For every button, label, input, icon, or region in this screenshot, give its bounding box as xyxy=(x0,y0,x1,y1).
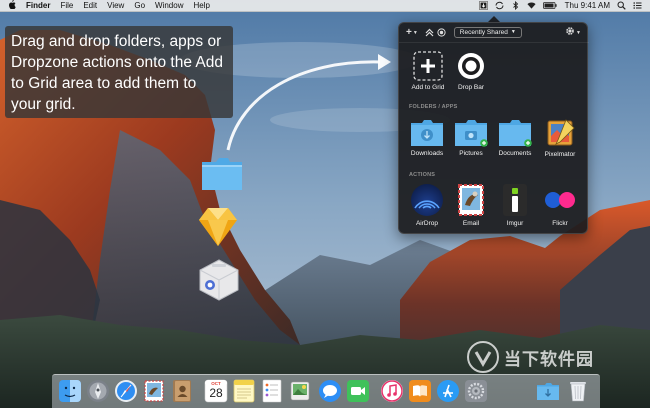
action-item-flickr[interactable]: Flickr xyxy=(537,183,583,227)
imgur-label: Imgur xyxy=(506,220,524,227)
app-item-pixelmator[interactable]: Pixelmator xyxy=(537,118,583,158)
watermark: 当下软件园 xyxy=(466,340,594,374)
dropzone-panel: + ▼ Recently Shared ▼ ▼ Add to Grid Drop B… xyxy=(398,22,589,234)
finder-icon[interactable] xyxy=(58,379,82,403)
facetime-icon[interactable] xyxy=(346,379,370,403)
record-icon[interactable] xyxy=(437,28,446,37)
drop-bar-icon xyxy=(448,51,494,81)
folder-item-downloads[interactable]: Downloads xyxy=(404,119,450,157)
action-item-email[interactable]: Email xyxy=(448,183,494,227)
action-item-airdrop[interactable]: AirDrop xyxy=(404,183,450,227)
folders-section-label: FOLDERS / APPS xyxy=(409,104,458,110)
recent-files-dropdown[interactable]: Recently Shared ▼ xyxy=(453,27,522,38)
folder-item-pictures[interactable]: Pictures xyxy=(448,119,494,157)
app-store-icon[interactable] xyxy=(436,379,460,403)
email-label: Email xyxy=(462,220,480,227)
panel-toolbar: + ▼ Recently Shared ▼ ▼ xyxy=(399,23,589,43)
add-to-grid-label: Add to Grid xyxy=(411,84,445,91)
dragged-folder-icon[interactable] xyxy=(200,156,244,197)
gear-icon xyxy=(565,26,575,39)
add-plus-icon: + xyxy=(406,27,412,38)
add-to-grid-button[interactable]: Add to Grid xyxy=(405,51,451,91)
pictures-label: Pictures xyxy=(459,150,483,157)
dropzone-action-icon[interactable] xyxy=(198,258,240,307)
dropdown-chevron-icon: ▼ xyxy=(510,29,516,35)
flickr-label: Flickr xyxy=(552,220,568,227)
documents-folder-icon xyxy=(492,119,538,147)
flickr-icon xyxy=(537,183,583,217)
add-menu-button[interactable]: + ▼ xyxy=(406,27,418,38)
documents-label: Documents xyxy=(498,150,532,157)
system-preferences-icon[interactable] xyxy=(464,379,488,403)
drop-bar-label: Drop Bar xyxy=(457,84,484,91)
pictures-folder-icon xyxy=(448,119,494,147)
dropdown-value: Recently Shared xyxy=(459,29,508,36)
downloads-label: Downloads xyxy=(410,150,444,157)
folder-item-documents[interactable]: Documents xyxy=(492,119,538,157)
pixelmator-label: Pixelmator xyxy=(544,151,576,158)
plus-square-icon xyxy=(405,51,451,81)
imgur-icon xyxy=(492,183,538,217)
safari-icon[interactable] xyxy=(114,379,138,403)
photos-preview-icon[interactable] xyxy=(288,379,312,403)
trash-icon[interactable] xyxy=(566,379,590,403)
gear-chevron-icon: ▼ xyxy=(576,29,581,36)
sketch-app-icon[interactable] xyxy=(198,204,238,253)
upload-icon[interactable] xyxy=(425,28,434,37)
contacts-icon[interactable] xyxy=(170,379,194,403)
mail-stamp-icon[interactable] xyxy=(142,379,166,403)
itunes-icon[interactable] xyxy=(380,379,404,403)
downloads-folder-icon xyxy=(404,119,450,147)
airdrop-label: AirDrop xyxy=(415,220,439,227)
reminders-icon[interactable] xyxy=(260,379,284,403)
notes-icon[interactable] xyxy=(232,379,256,403)
email-icon xyxy=(448,183,494,217)
action-item-imgur[interactable]: Imgur xyxy=(492,183,538,227)
watermark-logo-icon xyxy=(467,341,499,373)
chevron-down-icon: ▼ xyxy=(412,29,418,36)
airdrop-icon xyxy=(404,183,450,217)
downloads-stack-icon[interactable] xyxy=(536,379,560,403)
calendar-day: 28 xyxy=(209,386,223,400)
calendar-icon[interactable]: OCT 28 xyxy=(204,379,228,403)
ibooks-icon[interactable] xyxy=(408,379,432,403)
launchpad-icon[interactable] xyxy=(86,379,110,403)
pixelmator-icon xyxy=(537,118,583,148)
actions-section-label: ACTIONS xyxy=(409,172,436,178)
drop-bar-button[interactable]: Drop Bar xyxy=(448,51,494,91)
messages-icon[interactable] xyxy=(318,379,342,403)
watermark-text: 当下软件园 xyxy=(504,349,594,369)
settings-button[interactable]: ▼ xyxy=(565,26,581,39)
